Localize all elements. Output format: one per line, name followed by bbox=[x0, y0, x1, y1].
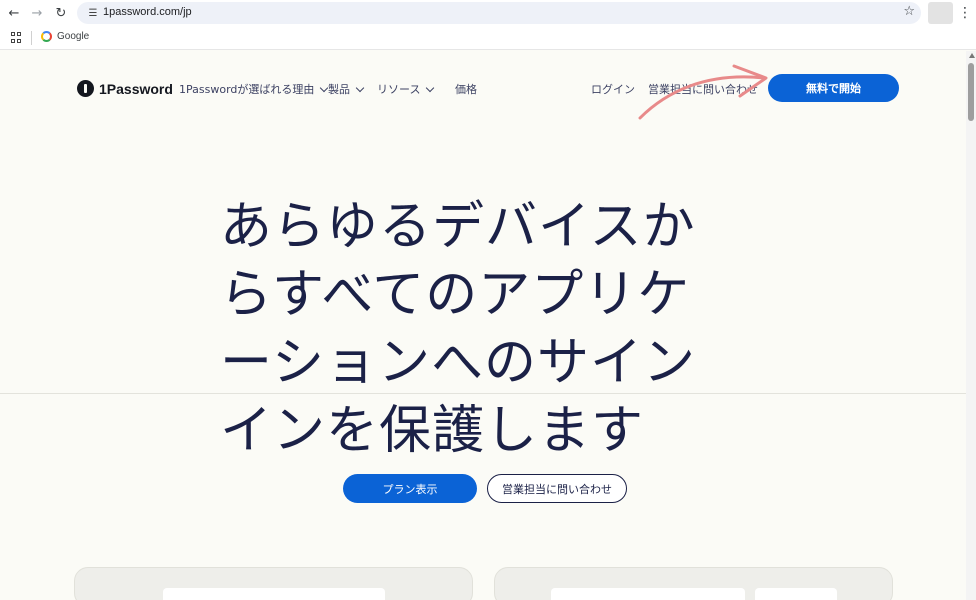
back-icon[interactable]: ← bbox=[5, 4, 23, 22]
nav-label: リソース bbox=[377, 83, 421, 96]
nav-label: 1Passwordが選ばれる理由 bbox=[179, 83, 315, 96]
card-preview bbox=[163, 588, 385, 600]
bookmark-google-label: Google bbox=[57, 31, 90, 42]
annotation-arrow-icon bbox=[638, 64, 768, 120]
bookmark-google[interactable]: Google bbox=[41, 31, 89, 42]
view-plans-label: プラン表示 bbox=[382, 482, 438, 496]
menu-kebab-icon[interactable]: ⋮ bbox=[958, 4, 972, 22]
bookmarks-bar: Google bbox=[0, 26, 976, 50]
feature-card bbox=[74, 567, 473, 600]
card-preview bbox=[755, 588, 837, 600]
nav-label: 価格 bbox=[455, 83, 477, 96]
bookmarks-divider bbox=[31, 31, 32, 45]
profile-avatar[interactable] bbox=[928, 2, 953, 24]
scroll-up-icon[interactable] bbox=[969, 53, 975, 58]
reload-icon[interactable]: ↻ bbox=[52, 4, 70, 22]
contact-sales-button-label: 営業担当に問い合わせ bbox=[502, 482, 612, 496]
apps-grid-icon[interactable] bbox=[11, 32, 22, 43]
site-info-icon[interactable]: ☰ bbox=[85, 5, 101, 21]
nav-label: 製品 bbox=[328, 83, 350, 96]
forward-icon[interactable]: → bbox=[28, 4, 46, 22]
address-bar[interactable]: ☰ 1password.com/jp ☆ bbox=[77, 2, 921, 24]
google-icon bbox=[41, 31, 52, 42]
card-preview bbox=[551, 588, 745, 600]
nav-pricing[interactable]: 価格 bbox=[455, 81, 477, 97]
view-plans-button[interactable]: プラン表示 bbox=[343, 474, 477, 503]
start-free-button[interactable]: 無料で開始 bbox=[768, 74, 899, 102]
login-label: ログイン bbox=[591, 83, 635, 96]
contact-sales-button[interactable]: 営業担当に問い合わせ bbox=[487, 474, 627, 503]
logo-text: 1Password bbox=[99, 80, 173, 97]
nav-resources[interactable]: リソース bbox=[377, 81, 435, 97]
hero-line: ーションへのサイン bbox=[220, 333, 696, 393]
scrollbar-thumb[interactable] bbox=[968, 63, 974, 121]
nav-why-1password[interactable]: 1Passwordが選ばれる理由 bbox=[179, 81, 329, 97]
chevron-down-icon bbox=[426, 83, 435, 92]
hero-heading: あらゆるデバイスか らすべてのアプリケ ーションへのサイン インを保護します bbox=[220, 193, 760, 465]
site-logo[interactable]: 1Password bbox=[77, 80, 173, 97]
hero-line: あらゆるデバイスか bbox=[220, 197, 696, 257]
browser-toolbar: ← → ↻ ☰ 1password.com/jp ☆ ⋮ bbox=[0, 0, 976, 26]
login-link[interactable]: ログイン bbox=[591, 81, 635, 97]
hero-line: らすべてのアプリケ bbox=[220, 265, 691, 325]
bookmark-star-icon[interactable]: ☆ bbox=[903, 4, 915, 19]
start-free-label: 無料で開始 bbox=[806, 82, 861, 95]
feature-card bbox=[494, 567, 893, 600]
hero-line: インを保護します bbox=[220, 401, 645, 461]
onepassword-logo-icon bbox=[77, 80, 94, 97]
chevron-down-icon bbox=[355, 83, 365, 92]
scrollbar[interactable] bbox=[966, 51, 976, 600]
nav-products[interactable]: 製品 bbox=[328, 81, 365, 97]
url-text: 1password.com/jp bbox=[103, 6, 192, 18]
